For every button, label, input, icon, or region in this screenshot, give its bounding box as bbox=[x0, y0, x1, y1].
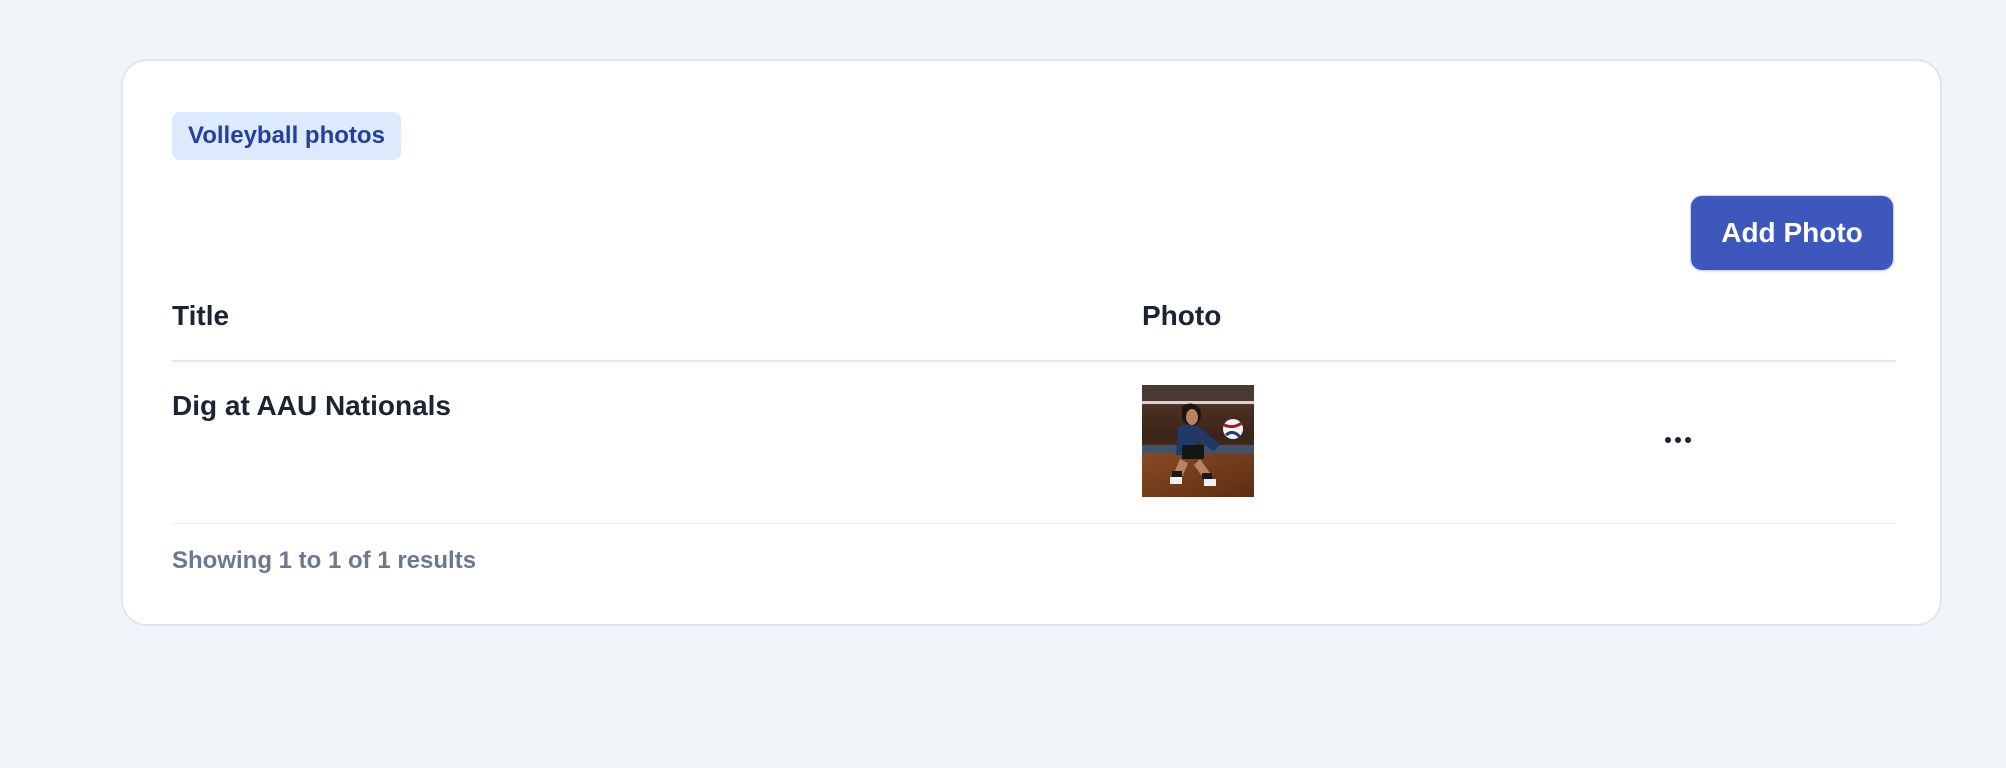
photo-thumbnail[interactable] bbox=[1142, 385, 1254, 497]
add-photo-button[interactable]: Add Photo bbox=[1690, 195, 1894, 271]
more-dot-3 bbox=[1685, 437, 1691, 443]
row-actions-menu[interactable] bbox=[1650, 425, 1706, 455]
pagination-summary: Showing 1 to 1 of 1 results bbox=[172, 547, 477, 574]
row-title: Dig at AAU Nationals bbox=[172, 390, 451, 421]
column-header-photo[interactable]: Photo bbox=[1142, 300, 1221, 332]
header-divider bbox=[172, 360, 1896, 362]
more-horizontal-icon bbox=[1665, 437, 1671, 443]
section-tag: Volleyball photos bbox=[172, 112, 401, 160]
column-header-title[interactable]: Title bbox=[172, 300, 229, 332]
photos-card: Volleyball photos Add Photo Title Photo … bbox=[121, 59, 1942, 626]
row-divider bbox=[172, 523, 1896, 524]
more-dot-2 bbox=[1675, 437, 1681, 443]
